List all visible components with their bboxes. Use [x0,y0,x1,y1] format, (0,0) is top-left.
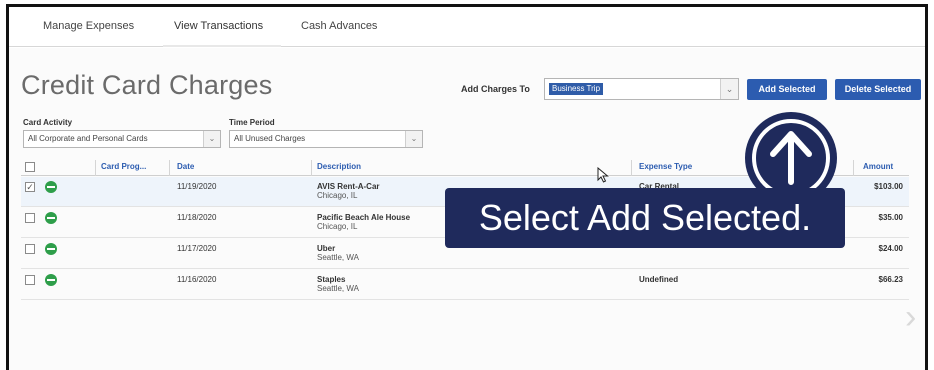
row-checkbox[interactable]: ✓ [25,182,35,192]
row-date: 11/19/2020 [177,182,217,191]
card-activity-label: Card Activity [23,118,73,127]
app-frame: Manage Expenses View Transactions Cash A… [6,4,928,370]
status-icon [45,243,57,255]
chevron-down-icon[interactable]: ⌄ [405,131,422,147]
time-period-label: Time Period [229,118,275,127]
column-divider [95,160,96,176]
callout-text: Select Add Selected. [478,197,812,238]
row-date: 11/18/2020 [177,213,217,222]
row-amount: $103.00 [874,182,903,191]
chevron-right-icon[interactable]: › [905,298,916,337]
row-merchant: Uber [317,244,336,253]
col-description[interactable]: Description [317,162,361,171]
add-charges-to-label: Add Charges To [461,84,530,94]
col-date[interactable]: Date [177,162,194,171]
card-activity-value: All Corporate and Personal Cards [28,134,148,143]
column-divider [311,160,312,176]
time-period-select[interactable]: All Unused Charges ⌄ [229,130,423,148]
page-title: Credit Card Charges [21,70,273,100]
add-selected-button[interactable]: Add Selected [747,79,827,100]
row-location: Seattle, WA [317,284,359,293]
arrow-up-icon [770,131,812,185]
row-merchant: Staples [317,275,346,284]
row-checkbox[interactable] [25,275,35,285]
row-location: Seattle, WA [317,253,359,262]
delete-selected-button[interactable]: Delete Selected [835,79,921,100]
row-amount: $66.23 [878,275,903,284]
time-period-value: All Unused Charges [234,134,306,143]
card-activity-select[interactable]: All Corporate and Personal Cards ⌄ [23,130,221,148]
chevron-down-icon[interactable]: ⌄ [203,131,220,147]
add-charges-to-select[interactable]: Business Trip ⌄ [544,78,739,100]
top-nav: Manage Expenses View Transactions Cash A… [9,7,925,47]
active-tab-indicator [163,45,281,47]
row-amount: $24.00 [878,244,903,253]
add-charges-to-value: Business Trip [549,83,604,95]
col-amount[interactable]: Amount [863,162,893,171]
column-divider [853,160,854,176]
tab-cash-advances[interactable]: Cash Advances [301,20,377,32]
chevron-down-icon[interactable]: ⌄ [720,79,738,99]
row-location: Chicago, IL [317,191,358,200]
status-icon [45,181,57,193]
column-divider [169,160,170,176]
row-date: 11/16/2020 [177,275,217,284]
row-amount: $35.00 [878,213,903,222]
row-checkbox[interactable] [25,213,35,223]
row-expense-type: Undefined [639,275,679,284]
row-location: Chicago, IL [317,222,358,231]
col-expense-type[interactable]: Expense Type [639,162,692,171]
select-all-checkbox[interactable] [25,162,35,172]
row-merchant: AVIS Rent-A-Car [317,182,380,191]
instruction-callout: Select Add Selected. [445,188,845,248]
row-checkbox[interactable] [25,244,35,254]
status-icon [45,274,57,286]
tab-view-transactions[interactable]: View Transactions [174,20,263,32]
table-row[interactable]: 11/16/2020 Staples Seattle, WA Undefined… [21,270,909,300]
mouse-cursor-icon [597,167,609,183]
status-icon [45,212,57,224]
column-divider [631,160,632,176]
row-date: 11/17/2020 [177,244,217,253]
row-merchant: Pacific Beach Ale House [317,213,411,222]
col-card-program[interactable]: Card Prog... [101,162,146,171]
tab-manage-expenses[interactable]: Manage Expenses [43,20,134,32]
